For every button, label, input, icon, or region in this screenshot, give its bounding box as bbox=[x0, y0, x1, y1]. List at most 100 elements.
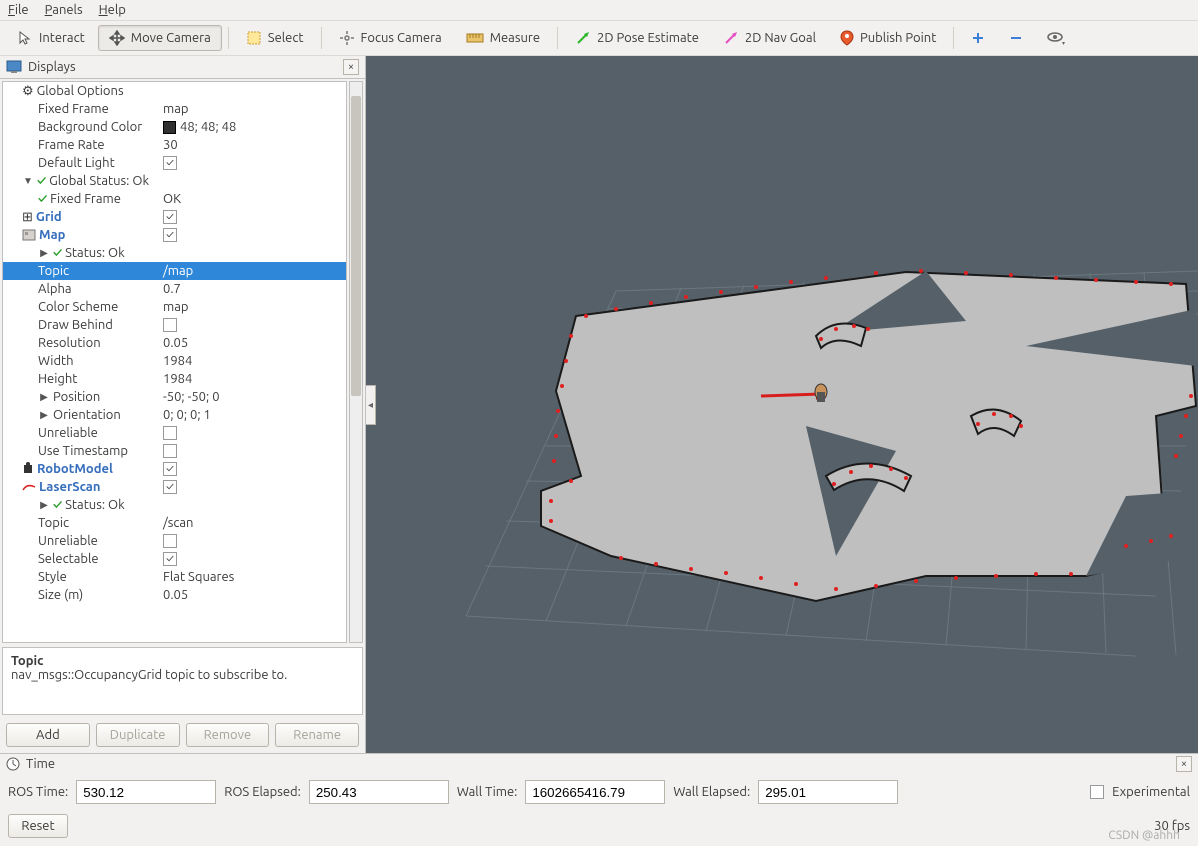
val-frame-rate[interactable]: 30 bbox=[161, 138, 346, 152]
tool-view-menu[interactable] bbox=[1036, 26, 1076, 50]
prop-use-timestamp[interactable]: Use Timestamp bbox=[38, 444, 128, 458]
tree-item-map-status[interactable]: Status: Ok bbox=[65, 246, 125, 260]
checkbox-use-timestamp[interactable] bbox=[163, 444, 177, 458]
checkbox-grid[interactable]: ✓ bbox=[163, 210, 177, 224]
menu-file[interactable]: File bbox=[8, 3, 29, 17]
add-button[interactable]: Add bbox=[6, 723, 90, 747]
tool-interact[interactable]: Interact bbox=[6, 25, 96, 51]
prop-ls-style[interactable]: Style bbox=[38, 570, 67, 584]
val-ls-topic[interactable]: /scan bbox=[161, 516, 346, 530]
close-time-button[interactable]: × bbox=[1176, 756, 1192, 772]
scrollbar-thumb[interactable] bbox=[351, 96, 361, 396]
menu-help[interactable]: Help bbox=[99, 3, 126, 17]
prop-ls-selectable[interactable]: Selectable bbox=[38, 552, 99, 566]
tree-item-laserscan[interactable]: LaserScan bbox=[39, 480, 100, 494]
checkbox-ls-selectable[interactable]: ✓ bbox=[163, 552, 177, 566]
minus-icon bbox=[1009, 31, 1023, 45]
prop-width[interactable]: Width bbox=[38, 354, 74, 368]
experimental-checkbox[interactable] bbox=[1090, 785, 1104, 799]
wall-elapsed-field[interactable] bbox=[758, 780, 898, 804]
prop-unreliable[interactable]: Unreliable bbox=[38, 426, 98, 440]
tree-item-map[interactable]: Map bbox=[39, 228, 65, 242]
checkbox-draw-behind[interactable] bbox=[163, 318, 177, 332]
tool-publish-point[interactable]: Publish Point bbox=[829, 25, 947, 51]
checkbox-map[interactable]: ✓ bbox=[163, 228, 177, 242]
expand-icon[interactable]: ▶ bbox=[38, 391, 50, 403]
tool-2d-nav-goal[interactable]: 2D Nav Goal bbox=[712, 25, 827, 51]
prop-bg-color[interactable]: Background Color bbox=[38, 120, 142, 134]
menubar: File Panels Help bbox=[0, 0, 1198, 20]
map-icon bbox=[22, 229, 36, 241]
prop-status-fixed-frame[interactable]: Fixed Frame bbox=[50, 192, 121, 206]
prop-default-light[interactable]: Default Light bbox=[38, 156, 115, 170]
val-map-alpha[interactable]: 0.7 bbox=[161, 282, 346, 296]
val-ls-size[interactable]: 0.05 bbox=[161, 588, 346, 602]
expand-icon[interactable]: ▶ bbox=[38, 247, 50, 259]
tool-measure[interactable]: Measure bbox=[455, 26, 551, 50]
prop-map-alpha[interactable]: Alpha bbox=[38, 282, 72, 296]
close-panel-button[interactable]: × bbox=[343, 59, 359, 75]
tool-remove-display[interactable] bbox=[998, 26, 1034, 50]
separator bbox=[321, 27, 322, 49]
expand-icon[interactable]: ▶ bbox=[38, 409, 50, 421]
tool-label: Move Camera bbox=[131, 31, 211, 45]
expand-icon[interactable]: ▼ bbox=[22, 175, 34, 187]
rename-button[interactable]: Rename bbox=[275, 723, 359, 747]
ros-elapsed-field[interactable] bbox=[309, 780, 449, 804]
prop-color-scheme[interactable]: Color Scheme bbox=[38, 300, 118, 314]
duplicate-button[interactable]: Duplicate bbox=[96, 723, 180, 747]
displays-header: Displays × bbox=[0, 56, 365, 79]
collapse-handle[interactable]: ◂ bbox=[366, 385, 376, 425]
checkbox-default-light[interactable]: ✓ bbox=[163, 156, 177, 170]
displays-tree[interactable]: ⚙Global Options Fixed Framemap Backgroun… bbox=[2, 81, 347, 643]
time-header: Time × bbox=[0, 754, 1198, 774]
prop-ls-topic[interactable]: Topic bbox=[38, 516, 69, 530]
prop-fixed-frame[interactable]: Fixed Frame bbox=[38, 102, 109, 116]
3d-viewport[interactable]: ◂ bbox=[366, 56, 1198, 753]
prop-position[interactable]: Position bbox=[53, 390, 100, 404]
val-ls-style[interactable]: Flat Squares bbox=[161, 570, 346, 584]
tree-scrollbar[interactable] bbox=[349, 81, 363, 643]
checkbox-unreliable[interactable] bbox=[163, 426, 177, 440]
tool-2d-pose-estimate[interactable]: 2D Pose Estimate bbox=[564, 25, 710, 51]
ros-time-field[interactable] bbox=[76, 780, 216, 804]
checkbox-ls-unreliable[interactable] bbox=[163, 534, 177, 548]
clock-icon bbox=[6, 757, 20, 771]
robot-icon bbox=[22, 462, 34, 476]
prop-height[interactable]: Height bbox=[38, 372, 77, 386]
tool-label: Focus Camera bbox=[361, 31, 442, 45]
remove-button[interactable]: Remove bbox=[186, 723, 270, 747]
tree-item-global-options[interactable]: Global Options bbox=[37, 84, 124, 98]
prop-ls-unreliable[interactable]: Unreliable bbox=[38, 534, 98, 548]
tool-select[interactable]: Select bbox=[235, 25, 315, 51]
expand-icon[interactable]: ▶ bbox=[38, 499, 50, 511]
val-color-scheme[interactable]: map bbox=[161, 300, 346, 314]
wall-time-field[interactable] bbox=[525, 780, 665, 804]
tree-item-robotmodel[interactable]: RobotModel bbox=[37, 462, 113, 476]
val-bg-color[interactable]: 48; 48; 48 bbox=[161, 120, 346, 134]
prop-frame-rate[interactable]: Frame Rate bbox=[38, 138, 105, 152]
val-position: -50; -50; 0 bbox=[161, 390, 346, 404]
tool-move-camera[interactable]: Move Camera bbox=[98, 25, 222, 51]
prop-resolution[interactable]: Resolution bbox=[38, 336, 101, 350]
val-fixed-frame[interactable]: map bbox=[161, 102, 346, 116]
checkbox-laserscan[interactable]: ✓ bbox=[163, 480, 177, 494]
prop-orientation[interactable]: Orientation bbox=[53, 408, 121, 422]
tool-focus-camera[interactable]: Focus Camera bbox=[328, 25, 453, 51]
reset-button[interactable]: Reset bbox=[8, 814, 68, 838]
prop-draw-behind[interactable]: Draw Behind bbox=[38, 318, 113, 332]
displays-panel: Displays × ⚙Global Options Fixed Framema… bbox=[0, 56, 366, 753]
tree-item-global-status[interactable]: Global Status: Ok bbox=[49, 174, 149, 188]
select-icon bbox=[246, 30, 262, 46]
menu-panels[interactable]: Panels bbox=[45, 3, 83, 17]
tool-label: Measure bbox=[490, 31, 540, 45]
val-status-fixed-frame: OK bbox=[161, 192, 346, 206]
prop-map-topic[interactable]: Topic bbox=[38, 264, 69, 278]
tree-item-grid[interactable]: Grid bbox=[36, 210, 62, 224]
tree-item-ls-status[interactable]: Status: Ok bbox=[65, 498, 125, 512]
prop-ls-size[interactable]: Size (m) bbox=[38, 588, 83, 602]
eye-icon bbox=[1047, 31, 1065, 45]
tool-add-display[interactable] bbox=[960, 26, 996, 50]
val-map-topic[interactable]: /map bbox=[161, 264, 346, 278]
checkbox-robotmodel[interactable]: ✓ bbox=[163, 462, 177, 476]
